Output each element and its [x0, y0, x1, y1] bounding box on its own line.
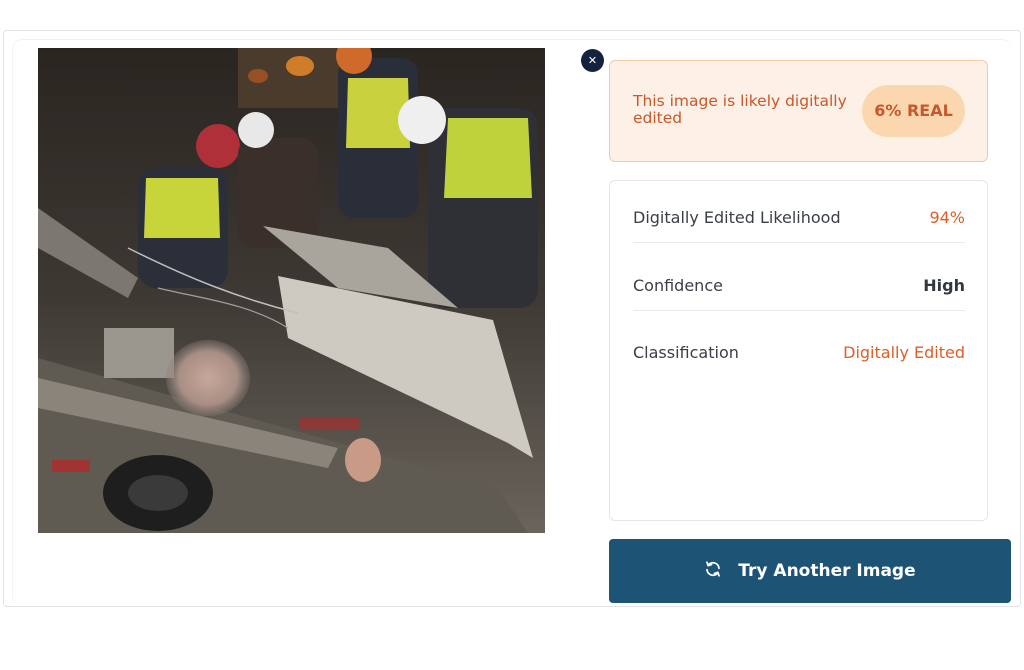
refresh-icon: [706, 561, 721, 577]
verdict-card: This image is likely digitally edited 6%…: [609, 60, 988, 162]
detail-row-classification: Classification Digitally Edited: [633, 343, 965, 369]
detail-label: Digitally Edited Likelihood: [633, 208, 841, 227]
try-another-image-button[interactable]: Try Another Image: [609, 539, 1011, 603]
close-button[interactable]: ✕: [581, 49, 604, 72]
row-divider: [633, 310, 965, 311]
real-score-badge: 6% REAL: [862, 85, 965, 137]
close-icon: ✕: [587, 54, 598, 67]
detail-value: 94%: [929, 208, 965, 227]
verdict-text: This image is likely digitally edited: [633, 92, 847, 127]
detail-value: Digitally Edited: [843, 343, 965, 362]
detail-row-edited-likelihood: Digitally Edited Likelihood 94%: [633, 208, 965, 234]
analyzed-image: [38, 48, 545, 533]
rubble-scene-illustration: [38, 48, 545, 533]
row-divider: [633, 242, 965, 243]
detail-label: Confidence: [633, 276, 723, 295]
details-card: Digitally Edited Likelihood 94% Confiden…: [609, 180, 988, 521]
try-another-label: Try Another Image: [738, 561, 916, 581]
detail-value: High: [923, 276, 965, 295]
detail-row-confidence: Confidence High: [633, 276, 965, 302]
detail-label: Classification: [633, 343, 739, 362]
